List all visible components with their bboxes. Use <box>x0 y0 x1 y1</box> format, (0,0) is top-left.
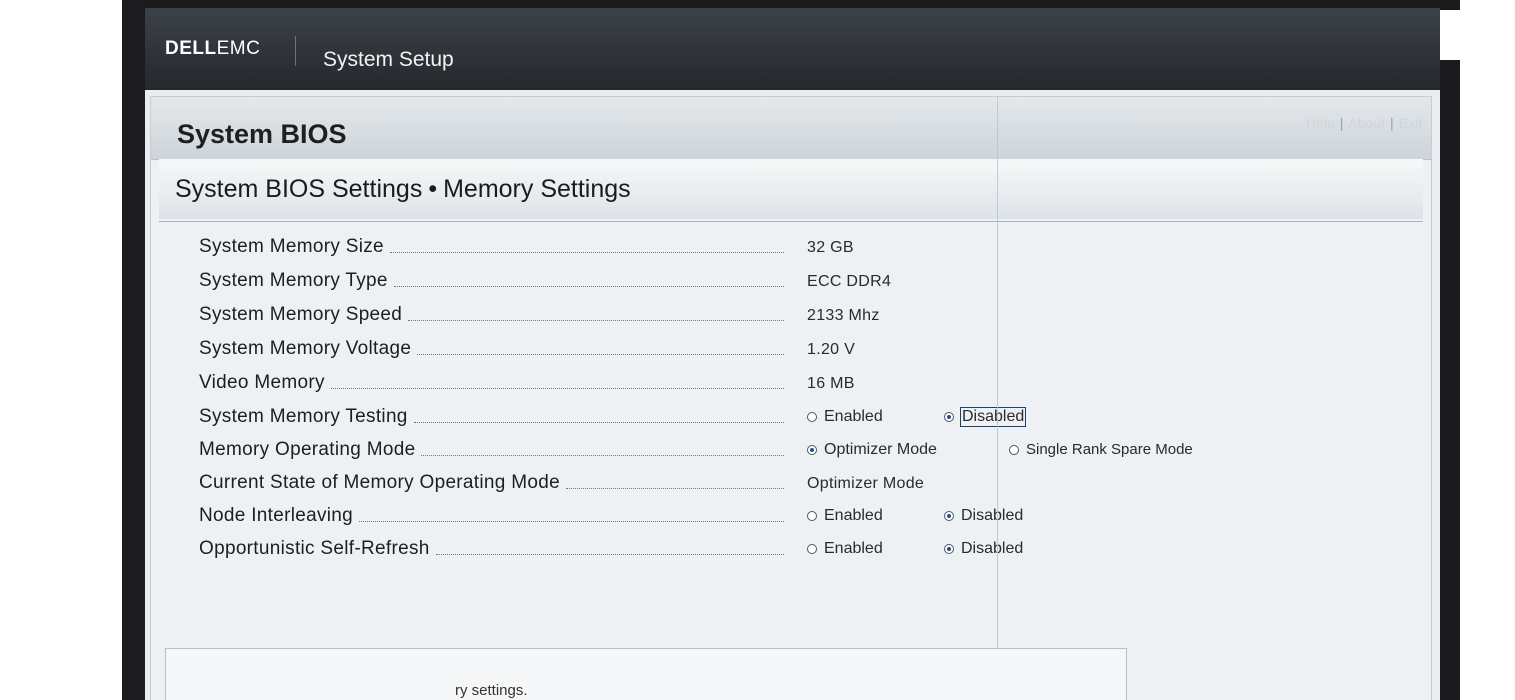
radio-option[interactable]: Disabled <box>944 507 1023 525</box>
setting-label: System Memory Voltage <box>199 336 784 362</box>
radio-label: Enabled <box>824 540 883 557</box>
dotted-leader <box>435 553 784 555</box>
radio-label: Optimizer Mode <box>824 441 937 458</box>
help-link[interactable]: Help <box>1306 115 1335 131</box>
setting-row[interactable]: Current State of Memory Operating Mode Op… <box>199 470 1299 500</box>
setting-label-text: Memory Operating Mode <box>199 439 416 460</box>
setting-value: 16 MB <box>807 375 855 392</box>
help-box <box>165 648 1127 700</box>
setting-label: Opportunistic Self-Refresh <box>199 536 784 562</box>
radio-option[interactable]: Enabled <box>807 540 883 558</box>
setting-row[interactable]: System Memory Voltage 1.20 V <box>199 336 1299 366</box>
setting-value: 2133 Mhz <box>807 307 880 324</box>
radio-label: Disabled <box>961 540 1024 557</box>
setting-row[interactable]: Opportunistic Self-Refresh Enabled Disable… <box>199 536 1299 566</box>
setting-label-text: System Memory Type <box>199 270 388 291</box>
breadcrumb-parent[interactable]: System BIOS Settings <box>175 175 422 203</box>
setting-row[interactable]: System Memory Speed 2133 Mhz <box>199 302 1299 332</box>
radio-label: Enabled <box>824 408 883 425</box>
radio-unchecked-icon <box>807 412 817 422</box>
setting-label: Memory Operating Mode <box>199 437 784 463</box>
breadcrumb: System BIOS Settings • Memory Settings <box>159 159 1423 219</box>
dotted-leader <box>393 285 784 287</box>
setting-value: Optimizer Mode <box>807 475 925 492</box>
dell-emc-logo: DELLEMC <box>165 38 261 59</box>
app-title: System Setup <box>323 48 454 71</box>
setting-label-text: Video Memory <box>199 372 325 393</box>
dotted-leader <box>359 520 784 522</box>
bios-screen: DELLEMC System Setup System BIOS System … <box>145 8 1440 700</box>
setting-label: Current State of Memory Operating Mode <box>199 470 784 496</box>
dotted-leader <box>565 487 784 489</box>
setting-row[interactable]: System Memory Testing Enabled Disabled <box>199 404 1299 434</box>
setting-label: System Memory Testing <box>199 404 784 430</box>
radio-unchecked-icon <box>807 511 817 521</box>
setting-label-text: System Memory Testing <box>199 406 408 427</box>
brand-divider <box>295 36 296 66</box>
bios-panel: System BIOS System BIOS Settings • Memory … <box>150 96 1432 700</box>
breadcrumb-current: Memory Settings <box>443 175 631 203</box>
breadcrumb-text: System BIOS Settings • Memory Settings <box>175 175 631 204</box>
glare-line <box>997 96 998 700</box>
help-text: ry settings. <box>455 682 528 699</box>
radio-option[interactable]: Optimizer Mode <box>807 441 937 459</box>
about-link[interactable]: About <box>1348 115 1385 131</box>
setting-label-text: Current State of Memory Operating Mode <box>199 472 560 493</box>
dotted-leader <box>421 454 784 456</box>
radio-label: Enabled <box>824 507 883 524</box>
dotted-leader <box>417 353 784 355</box>
setting-label: System Memory Type <box>199 268 784 294</box>
radio-option[interactable]: Enabled <box>807 408 883 426</box>
page-title: System BIOS <box>177 119 347 149</box>
setting-value: ECC DDR4 <box>807 273 892 290</box>
radio-checked-icon <box>807 445 817 455</box>
setting-label-text: System Memory Speed <box>199 304 403 325</box>
setting-row[interactable]: System Memory Size 32 GB <box>199 234 1299 264</box>
setting-label: System Memory Speed <box>199 302 784 328</box>
radio-option[interactable]: Enabled <box>807 507 883 525</box>
panel-header: System BIOS <box>151 97 1431 160</box>
monitor-bezel-right <box>1438 60 1460 700</box>
radio-label: Disabled <box>959 407 1027 427</box>
radio-option[interactable]: Single Rank Spare Mode <box>1009 441 1193 458</box>
radio-label: Single Rank Spare Mode <box>1026 441 1193 458</box>
setting-row[interactable]: System Memory Type ECC DDR4 <box>199 268 1299 298</box>
setting-label: System Memory Size <box>199 234 784 260</box>
radio-unchecked-icon <box>807 544 817 554</box>
breadcrumb-separator: • <box>428 175 438 203</box>
setting-label-text: System Memory Size <box>199 236 384 257</box>
radio-option[interactable]: Disabled <box>944 540 1023 558</box>
setting-label-text: Node Interleaving <box>199 505 354 526</box>
header-links: Help | About | Exit <box>1305 115 1422 131</box>
setting-row[interactable]: Node Interleaving Enabled Disabled <box>199 503 1299 533</box>
radio-label: Disabled <box>961 507 1024 524</box>
divider <box>159 221 1423 222</box>
radio-checked-icon <box>944 511 954 521</box>
dotted-leader <box>413 421 784 423</box>
setting-value: 32 GB <box>807 239 854 256</box>
setting-row[interactable]: Video Memory 16 MB <box>199 370 1299 400</box>
radio-checked-icon <box>944 412 954 422</box>
radio-unchecked-icon <box>1009 444 1019 455</box>
dotted-leader <box>389 251 784 253</box>
setting-label-text: System Memory Voltage <box>199 338 412 359</box>
setting-row[interactable]: Memory Operating Mode Optimizer Mode Singl… <box>199 437 1299 467</box>
setting-label-text: Opportunistic Self-Refresh <box>199 538 430 559</box>
dotted-leader <box>408 319 784 321</box>
setting-value: 1.20 V <box>807 341 856 358</box>
radio-option[interactable]: Disabled <box>944 407 1027 427</box>
setting-label: Node Interleaving <box>199 503 784 529</box>
setting-label: Video Memory <box>199 370 784 396</box>
radio-checked-icon <box>944 544 954 554</box>
top-bar: DELLEMC System Setup <box>145 8 1440 90</box>
dotted-leader <box>330 387 784 389</box>
exit-link[interactable]: Exit <box>1399 115 1422 131</box>
